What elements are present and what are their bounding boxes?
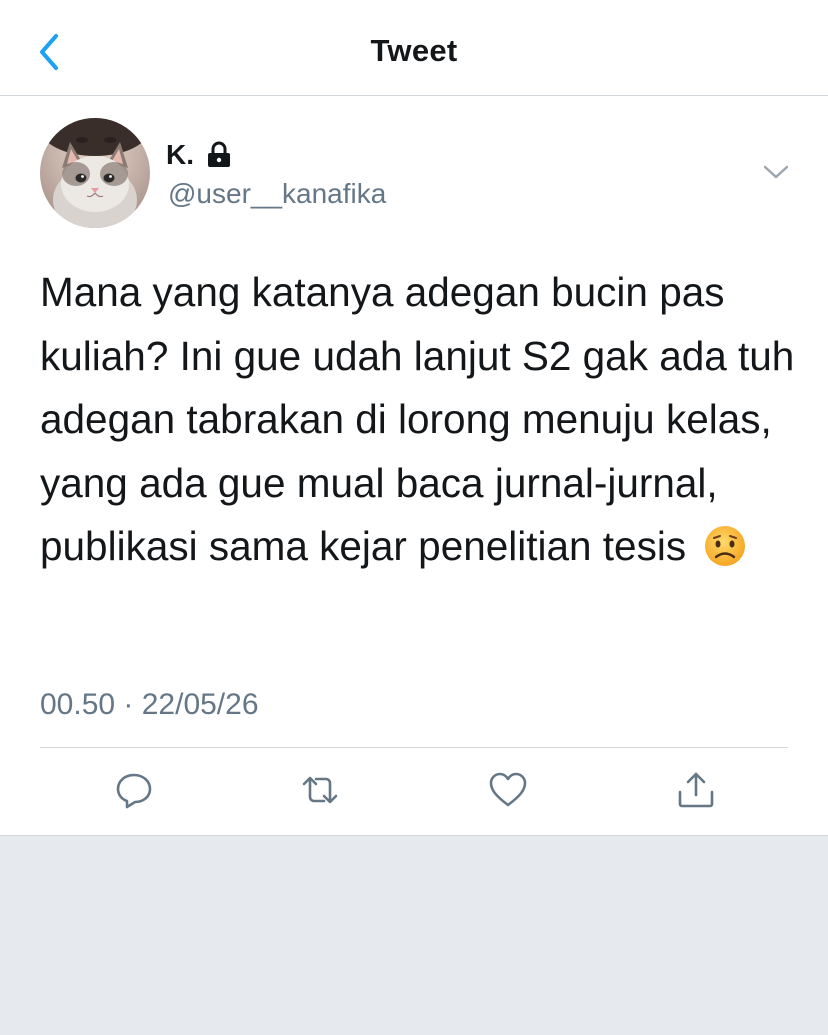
navigation-bar: Tweet: [0, 0, 828, 96]
tweet-card: K. @user__kanafika Mana yang katanya ade…: [0, 96, 828, 836]
tweet-detail-screen: Tweet K. @user__kanafika Mana yang katan…: [0, 0, 828, 1035]
retweet-button[interactable]: [300, 770, 340, 810]
tweet-timestamp: 00.50 · 22/05/26: [40, 688, 259, 721]
more-options-button[interactable]: [762, 162, 790, 182]
worried-face-emoji: [703, 523, 747, 567]
chevron-down-icon: [763, 165, 789, 179]
share-icon: [678, 772, 714, 808]
retweet-icon: [302, 776, 338, 804]
reply-icon: [116, 773, 152, 809]
user-handle[interactable]: @user__kanafika: [168, 178, 386, 210]
like-button[interactable]: [488, 770, 528, 810]
avatar-image: [40, 118, 150, 228]
avatar[interactable]: [40, 118, 150, 228]
heart-icon: [489, 772, 527, 807]
lock-icon: [206, 141, 232, 169]
share-button[interactable]: [676, 770, 716, 810]
tweet-text: Mana yang katanya adegan bucin pas kulia…: [40, 261, 800, 579]
page-title: Tweet: [370, 33, 458, 68]
author-name-row: K.: [166, 139, 232, 171]
display-name[interactable]: K.: [166, 139, 194, 171]
reply-button[interactable]: [114, 770, 154, 810]
divider: [40, 747, 788, 748]
tweet-body: Mana yang katanya adegan bucin pas kulia…: [40, 269, 795, 569]
